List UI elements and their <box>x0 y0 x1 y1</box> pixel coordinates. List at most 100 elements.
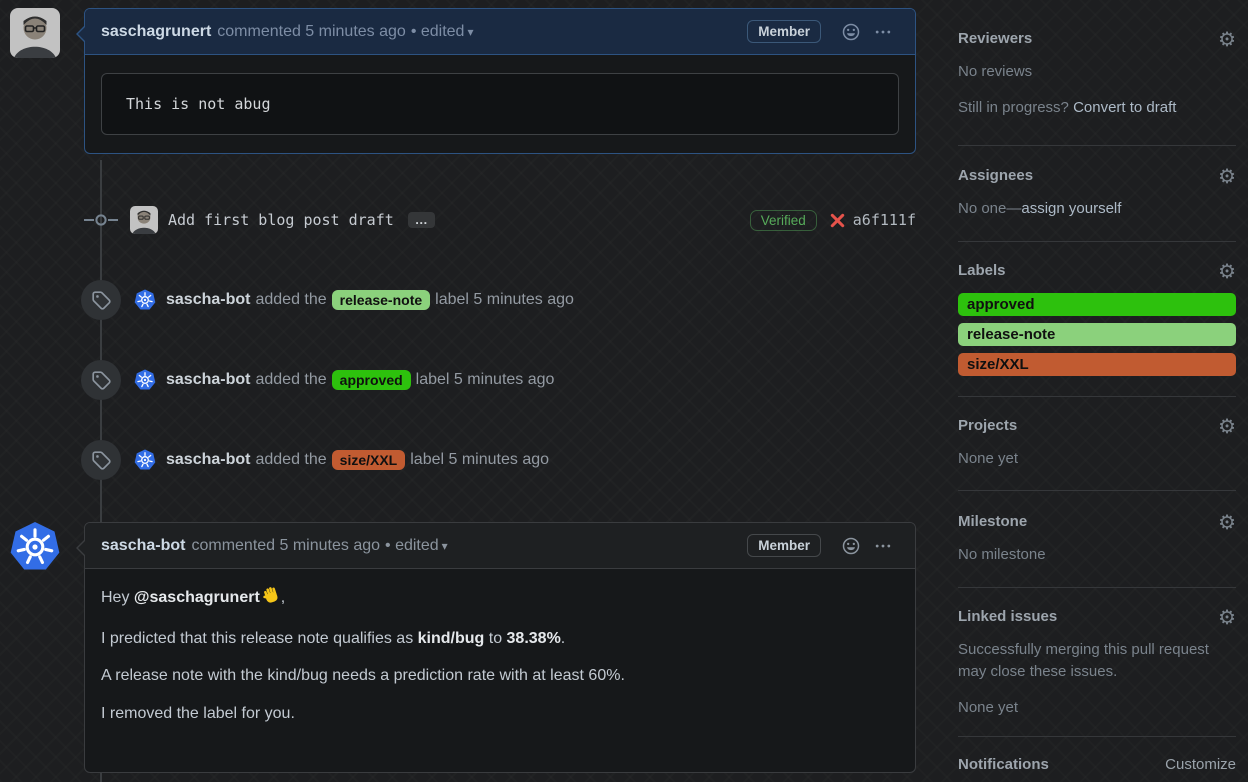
tag-icon <box>81 280 121 320</box>
divider <box>958 490 1236 491</box>
avatar-sascha-bot[interactable] <box>134 369 156 391</box>
gear-icon[interactable]: ⚙ <box>1218 29 1236 49</box>
customize-link[interactable]: Customize <box>1165 756 1236 773</box>
user-photo <box>130 206 158 234</box>
gear-icon[interactable]: ⚙ <box>1218 166 1236 186</box>
commit-row: Add first blog post draft … Verified a6f… <box>84 206 916 234</box>
paragraph-greeting: Hey @saschagrunert, <box>101 586 899 613</box>
gear-icon[interactable]: ⚙ <box>1218 512 1236 532</box>
label-pill[interactable]: approved <box>958 293 1236 316</box>
label-pill[interactable]: approved <box>331 370 411 390</box>
event-actor-link[interactable]: sascha-bot <box>166 371 250 389</box>
event-actor-link[interactable]: sascha-bot <box>166 291 250 309</box>
verified-badge[interactable]: Verified <box>749 209 817 231</box>
failed-check-x-icon[interactable] <box>829 212 846 229</box>
timeline-event-label-added: sascha-bot added the size/XXL label 5 mi… <box>81 440 916 480</box>
edited-label: • edited <box>410 22 465 40</box>
projects-title: Projects <box>958 417 1018 434</box>
notifications-title: Notifications <box>958 756 1049 773</box>
comment-meta: commented 5 minutes ago <box>191 536 381 554</box>
comment-author-link[interactable]: saschagrunert <box>101 23 211 41</box>
avatar-sascha-bot[interactable] <box>9 521 61 573</box>
reviewers-empty-text: No reviews <box>958 63 1033 80</box>
paragraph-prediction: I predicted that this release note quali… <box>101 629 566 647</box>
sidebar-section-projects: Projects ⚙ None yet <box>958 416 1236 470</box>
commit-sha-link[interactable]: a6f111f <box>853 211 916 229</box>
sidebar-section-linked-issues: Linked issues ⚙ Successfully merging thi… <box>958 607 1236 718</box>
kebab-menu-button[interactable] <box>867 536 899 556</box>
assign-yourself-link[interactable]: assign yourself <box>1021 200 1121 217</box>
projects-empty-text: None yet <box>958 450 1019 467</box>
assignees-title: Assignees <box>958 167 1034 184</box>
divider <box>958 241 1236 242</box>
member-badge: Member <box>747 534 821 557</box>
event-actor-link[interactable]: sascha-bot <box>166 451 250 469</box>
waving-hand-icon <box>262 586 281 613</box>
label-pill[interactable]: release-note <box>958 323 1236 346</box>
event-text: sascha-bot added the approved label 5 mi… <box>166 370 555 390</box>
avatar-saschagrunert[interactable] <box>10 8 60 58</box>
comment-saschagrunert: saschagrunert commented 5 minutes ago • … <box>76 8 916 154</box>
member-badge: Member <box>747 20 821 43</box>
sidebar-section-assignees: Assignees ⚙ No one—assign yourself <box>958 166 1236 220</box>
avatar-sascha-bot[interactable] <box>134 449 156 471</box>
tag-icon <box>81 440 121 480</box>
kubernetes-logo-icon <box>10 522 60 570</box>
linked-issues-empty-text: None yet <box>958 698 1019 716</box>
chevron-down-icon: ▾ <box>441 538 448 553</box>
label-pill[interactable]: size/XXL <box>958 353 1236 376</box>
divider <box>958 587 1236 588</box>
paragraph-removed: I removed the label for you. <box>101 705 295 723</box>
convert-to-draft-link[interactable]: Convert to draft <box>1073 99 1176 116</box>
sidebar-section-notifications: Notifications Customize <box>958 756 1236 773</box>
comment-body: This is not abug <box>85 55 915 153</box>
label-pill[interactable]: size/XXL <box>331 450 406 470</box>
commit-message-link[interactable]: Add first blog post draft <box>168 211 394 229</box>
edited-label: • edited <box>385 536 439 554</box>
milestone-title: Milestone <box>958 513 1028 530</box>
timeline-event-label-added: sascha-bot added the approved label 5 mi… <box>81 360 916 400</box>
sidebar-section-labels: Labels ⚙ approved release-note size/XXL <box>958 261 1236 383</box>
git-commit-icon <box>84 213 118 227</box>
kebab-icon <box>875 30 891 33</box>
add-reaction-button[interactable] <box>835 536 867 556</box>
comment-meta: commented 5 minutes ago <box>217 22 406 40</box>
add-reaction-button[interactable] <box>835 22 867 42</box>
linked-issues-title: Linked issues <box>958 608 1058 625</box>
gear-icon[interactable]: ⚙ <box>1218 607 1236 627</box>
timeline-event-label-added: sascha-bot added the release-note label … <box>81 280 916 320</box>
paragraph-requirement: A release note with the kind/bug needs a… <box>101 667 625 685</box>
user-photo <box>10 8 60 58</box>
gear-icon[interactable]: ⚙ <box>1218 261 1236 281</box>
divider <box>958 396 1236 397</box>
event-text: sascha-bot added the size/XXL label 5 mi… <box>166 450 550 470</box>
commit-status: Verified a6f111f <box>749 209 916 231</box>
avatar-sascha-bot[interactable] <box>134 289 156 311</box>
comment-author-link[interactable]: sascha-bot <box>101 537 185 555</box>
comment-header: sascha-bot commented 5 minutes ago • edi… <box>85 523 915 569</box>
edited-dropdown[interactable]: • edited ▾ <box>411 23 474 41</box>
comment-header: saschagrunert commented 5 minutes ago • … <box>85 9 915 55</box>
linked-issues-desc: Successfully merging this pull request m… <box>958 641 1209 680</box>
sidebar-section-milestone: Milestone ⚙ No milestone <box>958 512 1236 566</box>
commit-author-avatar[interactable] <box>130 206 158 234</box>
label-pill[interactable]: release-note <box>331 290 431 310</box>
mention-link[interactable]: @saschagrunert <box>134 589 260 606</box>
kebab-menu-button[interactable] <box>867 22 899 42</box>
divider <box>958 145 1236 146</box>
chevron-down-icon: ▾ <box>467 24 474 39</box>
tag-icon <box>81 360 121 400</box>
comment-body: Hey @saschagrunert, I predicted that thi… <box>85 569 915 757</box>
edited-dropdown[interactable]: • edited ▾ <box>385 537 448 555</box>
smiley-icon <box>842 537 860 554</box>
kebab-icon <box>875 544 891 547</box>
assignees-empty-text: No one—assign yourself <box>958 200 1122 217</box>
comment-sascha-bot: sascha-bot commented 5 minutes ago • edi… <box>76 522 916 773</box>
gear-icon[interactable]: ⚙ <box>1218 416 1236 436</box>
milestone-empty-text: No milestone <box>958 546 1046 563</box>
code-block: This is not abug <box>101 73 899 135</box>
commit-expand-button[interactable]: … <box>407 212 435 228</box>
reviewers-hint: Still in progress? Convert to draft <box>958 98 1177 116</box>
sidebar-section-reviewers: Reviewers ⚙ No reviews Still in progress… <box>958 29 1236 119</box>
divider <box>958 736 1236 737</box>
